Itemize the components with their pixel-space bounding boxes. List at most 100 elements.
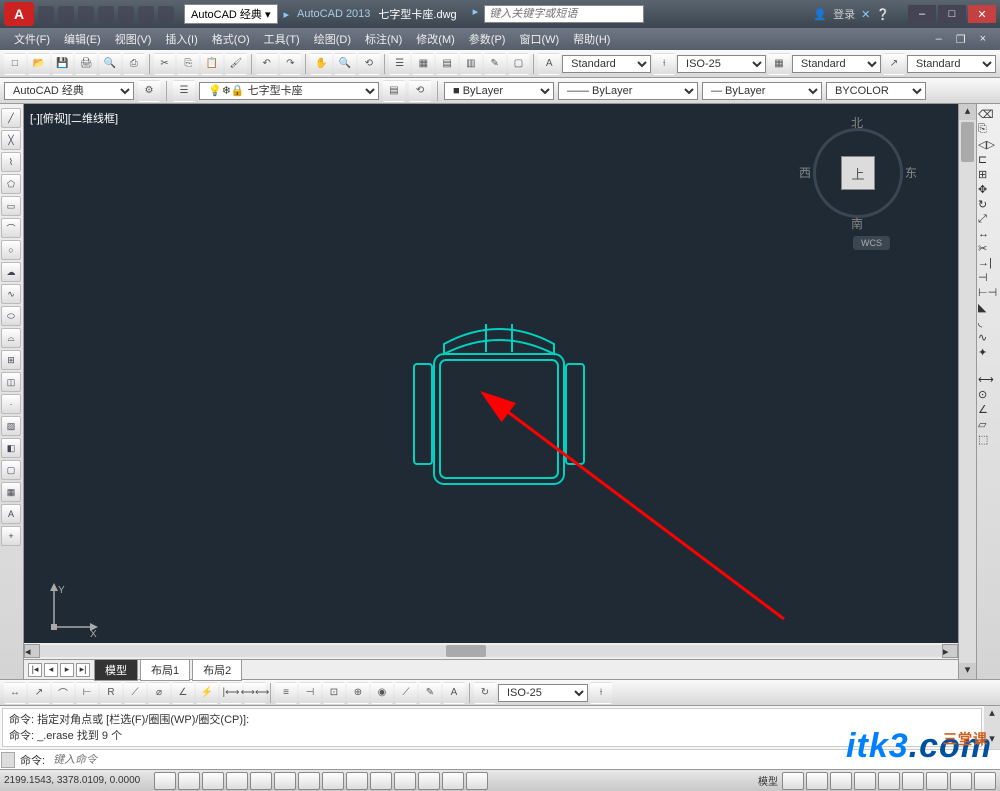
qat-saveas-icon[interactable] xyxy=(98,6,114,22)
menu-help[interactable]: 帮助(H) xyxy=(567,29,616,49)
rotate-icon[interactable]: ↻ xyxy=(978,198,999,211)
snap-toggle[interactable] xyxy=(154,772,176,790)
circle-icon[interactable]: ○ xyxy=(1,240,21,260)
dim-radius-icon[interactable]: R xyxy=(100,682,122,704)
undo-icon[interactable]: ↶ xyxy=(256,53,278,75)
workspace-selector[interactable]: AutoCAD 经典 ▾ xyxy=(184,4,278,24)
gradient-icon[interactable]: ◧ xyxy=(1,438,21,458)
new-icon[interactable]: □ xyxy=(4,53,26,75)
tablestyle-icon[interactable]: ▦ xyxy=(768,53,790,75)
menu-modify[interactable]: 修改(M) xyxy=(410,29,461,49)
calc-icon[interactable]: ▢ xyxy=(508,53,530,75)
model-space-label[interactable]: 模型 xyxy=(758,773,778,788)
qat-new-icon[interactable] xyxy=(38,6,54,22)
drawing-canvas[interactable]: [-][俯视][二维线框] 上 北 南 西 东 WCS xyxy=(24,104,958,659)
dimstyle-icon[interactable]: ⟊ xyxy=(653,53,675,75)
dim-break-icon[interactable]: ⊣ xyxy=(299,682,321,704)
exchange-icon[interactable]: ✕ xyxy=(861,8,870,21)
area-icon[interactable]: ▱ xyxy=(978,418,999,431)
viewcube-top[interactable]: 上 xyxy=(841,156,875,190)
dim-style-combo[interactable]: ISO-25 xyxy=(677,55,766,73)
lineweight-combo[interactable]: — ByLayer xyxy=(702,82,822,100)
color-combo[interactable]: ■ ByLayer xyxy=(444,82,554,100)
distance-icon[interactable]: ⟷ xyxy=(978,373,999,386)
open-icon[interactable]: 📂 xyxy=(28,53,50,75)
layer-props-icon[interactable]: ☰ xyxy=(173,80,195,102)
stretch-icon[interactable]: ↔ xyxy=(978,228,999,240)
menu-file[interactable]: 文件(F) xyxy=(8,29,56,49)
vscroll-up-button[interactable]: ▴ xyxy=(959,104,976,120)
login-button[interactable]: 登录 xyxy=(833,6,855,22)
tab-nav-next-icon[interactable]: ▸ xyxy=(60,663,74,677)
jogline-icon[interactable]: ⟋ xyxy=(395,682,417,704)
blend-icon[interactable]: ∿ xyxy=(978,331,999,344)
viewcube-north[interactable]: 北 xyxy=(851,114,863,131)
wcs-badge[interactable]: WCS xyxy=(853,236,890,250)
hscroll-track[interactable] xyxy=(40,645,942,657)
centermark-icon[interactable]: ⊕ xyxy=(347,682,369,704)
dim-arc-icon[interactable]: ⌒ xyxy=(52,682,74,704)
dimedit-icon[interactable]: ✎ xyxy=(419,682,441,704)
ortho-toggle[interactable] xyxy=(202,772,224,790)
tab-arrow-icon[interactable]: ▸ xyxy=(284,8,290,21)
vscroll[interactable]: ▴ ▾ xyxy=(958,104,976,679)
properties-icon[interactable]: ☰ xyxy=(389,53,411,75)
quickview-layout-icon[interactable] xyxy=(782,772,804,790)
arc-icon[interactable]: ⌒ xyxy=(1,218,21,238)
dim-continue-icon[interactable]: ⟷⟷ xyxy=(244,682,266,704)
coords-readout[interactable]: 2199.1543, 3378.0109, 0.0000 xyxy=(4,775,140,786)
vscroll-thumb[interactable] xyxy=(961,122,974,162)
minimize-button[interactable]: – xyxy=(908,5,936,23)
annovis-icon[interactable] xyxy=(854,772,876,790)
hatch-icon[interactable]: ▨ xyxy=(1,416,21,436)
text-style-combo[interactable]: Standard xyxy=(562,55,651,73)
tab-layout2[interactable]: 布局2 xyxy=(192,659,242,681)
quickview-dwg-icon[interactable] xyxy=(806,772,828,790)
linetype-combo[interactable]: —— ByLayer xyxy=(558,82,698,100)
ws-switch-icon[interactable] xyxy=(878,772,900,790)
menu-window[interactable]: 窗口(W) xyxy=(513,29,565,49)
markup-icon[interactable]: ✎ xyxy=(484,53,506,75)
qat-open-icon[interactable] xyxy=(58,6,74,22)
pline-icon[interactable]: ⌇ xyxy=(1,152,21,172)
tolerance-icon[interactable]: ⊡ xyxy=(323,682,345,704)
dim-space-icon[interactable]: ≡ xyxy=(275,682,297,704)
plot-icon[interactable]: 🖨 xyxy=(75,53,97,75)
tab-nav-first-icon[interactable]: |◂ xyxy=(28,663,42,677)
dim-angular-icon[interactable]: ∠ xyxy=(172,682,194,704)
menu-format[interactable]: 格式(O) xyxy=(206,29,256,49)
copy2-icon[interactable]: ⎘ xyxy=(978,123,999,136)
menu-parameter[interactable]: 参数(P) xyxy=(463,29,512,49)
dimtedit-icon[interactable]: A xyxy=(443,682,465,704)
array-icon[interactable]: ⊞ xyxy=(978,168,999,181)
dim-ordinate-icon[interactable]: ⊢ xyxy=(76,682,98,704)
plotstyle-combo[interactable]: BYCOLOR xyxy=(826,82,926,100)
dim-quick-icon[interactable]: ⚡ xyxy=(196,682,218,704)
spline-icon[interactable]: ∿ xyxy=(1,284,21,304)
help-search-input[interactable] xyxy=(484,5,644,23)
viewcube-west[interactable]: 西 xyxy=(799,164,811,181)
dimstyle-combo2[interactable]: ISO-25 xyxy=(498,684,588,702)
zoomprev-icon[interactable]: ⟲ xyxy=(358,53,380,75)
dim-diameter-icon[interactable]: ⌀ xyxy=(148,682,170,704)
cmd-handle-icon[interactable] xyxy=(1,752,15,768)
ellipse-icon[interactable]: ⬭ xyxy=(1,306,21,326)
cleanscreen-icon[interactable] xyxy=(974,772,996,790)
save-icon[interactable]: 💾 xyxy=(52,53,74,75)
ducs-toggle[interactable] xyxy=(322,772,344,790)
tab-model[interactable]: 模型 xyxy=(94,659,138,681)
table-icon[interactable]: ▦ xyxy=(1,482,21,502)
textstyle-icon[interactable]: A xyxy=(538,53,560,75)
menu-view[interactable]: 视图(V) xyxy=(109,29,158,49)
maximize-button[interactable]: □ xyxy=(938,5,966,23)
ellipsearc-icon[interactable]: ⌓ xyxy=(1,328,21,348)
erase-icon[interactable]: ⌫ xyxy=(978,108,999,121)
chamfer-icon[interactable]: ◣ xyxy=(978,301,999,314)
addselected-icon[interactable]: + xyxy=(1,526,21,546)
toolbar-lock-icon[interactable] xyxy=(902,772,924,790)
move-icon[interactable]: ✥ xyxy=(978,183,999,196)
angle-meas-icon[interactable]: ∠ xyxy=(978,403,999,416)
polygon-icon[interactable]: ⬠ xyxy=(1,174,21,194)
mleader-style-combo[interactable]: Standard xyxy=(907,55,996,73)
dimupdate-icon[interactable]: ↻ xyxy=(474,682,496,704)
